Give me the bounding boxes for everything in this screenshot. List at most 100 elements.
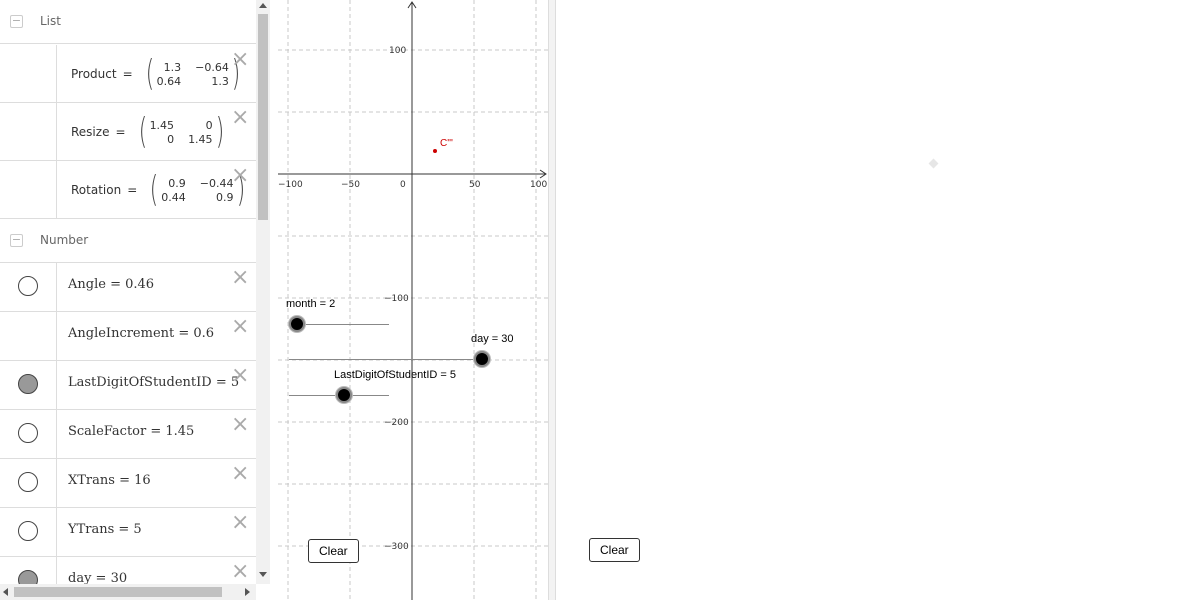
number-expression[interactable]: LastDigitOfStudentID = 5: [68, 375, 239, 390]
matrix-cell: 0: [167, 132, 175, 146]
graphics-view-2[interactable]: Clear: [556, 0, 1200, 600]
slider-month-label: month = 2: [286, 298, 336, 310]
left-paren-icon: (: [145, 53, 154, 94]
slider-day-track[interactable]: [289, 359, 489, 360]
matrix-cell: 0.64: [156, 74, 182, 88]
number-expression[interactable]: XTrans = 16: [68, 473, 151, 488]
algebra-item-angleincrement[interactable]: AngleIncrement = 0.6 ×: [0, 312, 256, 361]
number-expression[interactable]: ScaleFactor = 1.45: [68, 424, 194, 439]
matrix-cell: 1.3: [211, 74, 229, 88]
visibility-marble-icon[interactable]: [18, 423, 38, 443]
x-tick-label: 100: [530, 180, 547, 190]
group-header-list[interactable]: − List: [0, 0, 256, 44]
view-divider[interactable]: [548, 0, 556, 600]
matrix: ( 1.3 −0.64 0.64 1.3 ): [143, 56, 243, 92]
small-shape-icon: [928, 158, 939, 169]
visibility-marble-icon[interactable]: [18, 472, 38, 492]
number-expression[interactable]: AngleIncrement = 0.6: [68, 326, 214, 341]
matrix-grid: 1.3 −0.64 0.64 1.3: [157, 61, 229, 88]
collapse-icon[interactable]: −: [10, 234, 23, 247]
scroll-down-icon[interactable]: [259, 572, 267, 577]
matrix-name: Product: [71, 67, 117, 81]
y-tick-label: −300: [384, 542, 409, 552]
delete-icon[interactable]: ×: [231, 463, 249, 485]
matrix-cell: 0.9: [168, 176, 186, 190]
marble-cell: [0, 508, 57, 556]
graphics-view[interactable]: −100 −50 0 50 100 100 −100 −200 −300 C''…: [278, 0, 548, 600]
delete-icon[interactable]: ×: [231, 267, 249, 289]
delete-icon[interactable]: ×: [231, 107, 249, 129]
number-expression[interactable]: YTrans = 5: [68, 522, 142, 537]
matrix-expression[interactable]: Product = ( 1.3 −0.64 0.64 1.3 ): [71, 45, 243, 103]
number-expression[interactable]: Angle = 0.46: [68, 277, 154, 292]
delete-icon[interactable]: ×: [231, 414, 249, 436]
marble-cell: [0, 557, 57, 584]
collapse-icon[interactable]: −: [10, 15, 23, 28]
delete-icon[interactable]: ×: [231, 365, 249, 387]
left-paren-icon: (: [138, 111, 147, 152]
matrix-cell: 1.45: [188, 132, 213, 146]
right-paren-icon: ): [215, 111, 224, 152]
algebra-item-day[interactable]: day = 30 ×: [0, 557, 256, 584]
x-tick-label: −100: [278, 180, 303, 190]
visibility-marble-icon[interactable]: [18, 521, 38, 541]
delete-icon[interactable]: ×: [231, 49, 249, 71]
vertical-scrollbar[interactable]: [256, 0, 270, 584]
equals-sign: =: [127, 183, 138, 197]
x-tick-label: 0: [400, 180, 406, 190]
scroll-up-icon[interactable]: [259, 3, 267, 8]
visibility-marble-icon[interactable]: [18, 276, 38, 296]
slider-day-knob[interactable]: [474, 351, 490, 367]
algebra-view: − List Product = ( 1.3 −0.64 0.64 1.3 ) …: [0, 0, 256, 584]
y-tick-label: −200: [384, 418, 409, 428]
matrix-expression[interactable]: Rotation = ( 0.9 −0.44 0.44 0.9 ): [71, 161, 248, 219]
delete-icon[interactable]: ×: [231, 512, 249, 534]
marble-cell: [0, 361, 57, 409]
matrix-cell: 0.9: [216, 190, 234, 204]
marble-cell: [0, 312, 57, 360]
algebra-item-angle[interactable]: Angle = 0.46 ×: [0, 263, 256, 312]
equals-sign: =: [122, 67, 133, 81]
visibility-marble-icon[interactable]: [18, 374, 38, 394]
marble-cell: [0, 410, 57, 458]
matrix-cell: 0: [205, 118, 213, 132]
algebra-item-xtrans[interactable]: XTrans = 16 ×: [0, 459, 256, 508]
delete-icon[interactable]: ×: [231, 316, 249, 338]
scrollbar-thumb[interactable]: [14, 587, 222, 597]
group-title: List: [40, 14, 61, 28]
algebra-item-ytrans[interactable]: YTrans = 5 ×: [0, 508, 256, 557]
algebra-item-scalefactor[interactable]: ScaleFactor = 1.45 ×: [0, 410, 256, 459]
matrix-cell: −0.44: [199, 176, 234, 190]
clear-button[interactable]: Clear: [308, 539, 359, 563]
scroll-right-icon[interactable]: [245, 588, 250, 596]
matrix-expression[interactable]: Resize = ( 1.45 0 0 1.45 ): [71, 103, 227, 161]
scrollbar-thumb[interactable]: [258, 14, 268, 220]
marble-cell: [0, 161, 57, 218]
slider-lastdigit-label: LastDigitOfStudentID = 5: [334, 369, 456, 381]
matrix-grid: 1.45 0 0 1.45: [150, 119, 213, 146]
group-title: Number: [40, 233, 89, 247]
algebra-item-resize[interactable]: Resize = ( 1.45 0 0 1.45 ) ×: [0, 103, 256, 161]
delete-icon[interactable]: ×: [231, 561, 249, 583]
algebra-item-lastdigit[interactable]: LastDigitOfStudentID = 5 ×: [0, 361, 256, 410]
point-c-triple-prime[interactable]: C''': [433, 138, 453, 153]
matrix-cell: 1.3: [163, 60, 182, 74]
slider-lastdigit-knob[interactable]: [336, 387, 352, 403]
left-paren-icon: (: [150, 169, 159, 210]
slider-month-knob[interactable]: [289, 316, 305, 332]
matrix-grid: 0.9 −0.44 0.44 0.9: [161, 177, 233, 204]
marble-cell: [0, 263, 57, 311]
matrix-cell: 1.45: [149, 118, 175, 132]
delete-icon[interactable]: ×: [231, 165, 249, 187]
number-expression[interactable]: day = 30: [68, 571, 127, 584]
clear-button-2[interactable]: Clear: [589, 538, 640, 562]
matrix-cell: −0.64: [195, 60, 229, 74]
group-header-number[interactable]: − Number: [0, 219, 256, 263]
scroll-left-icon[interactable]: [3, 588, 8, 596]
algebra-item-rotation[interactable]: Rotation = ( 0.9 −0.44 0.44 0.9 ) ×: [0, 161, 256, 219]
algebra-item-product[interactable]: Product = ( 1.3 −0.64 0.64 1.3 ) ×: [0, 45, 256, 103]
visibility-marble-icon[interactable]: [18, 570, 38, 584]
horizontal-scrollbar[interactable]: [0, 584, 256, 600]
y-tick-label: 100: [389, 46, 406, 56]
equals-sign: =: [115, 125, 126, 139]
